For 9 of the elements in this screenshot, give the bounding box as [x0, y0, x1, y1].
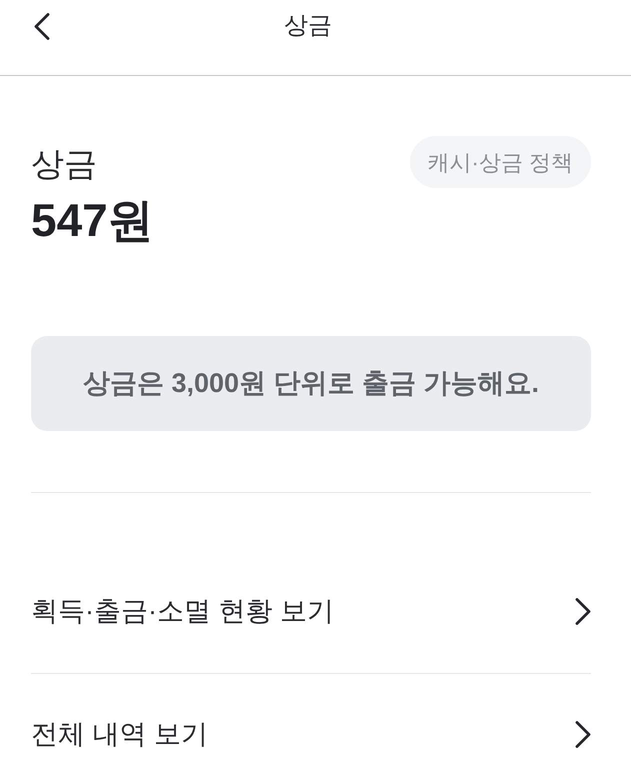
- menu-row[interactable]: 전체 내역 보기: [31, 673, 591, 778]
- menu-row[interactable]: 획득·출금·소멸 현황 보기: [31, 549, 591, 673]
- back-chevron-icon: [34, 13, 50, 40]
- chevron-right-icon: [575, 598, 591, 624]
- notice-banner: 상금은 3,000원 단위로 출금 가능해요.: [31, 336, 591, 431]
- prize-label: 상금: [31, 144, 98, 184]
- page-title: 상금: [284, 11, 332, 41]
- prize-amount: 547원: [31, 194, 154, 246]
- chevron-right-icon: [575, 720, 591, 748]
